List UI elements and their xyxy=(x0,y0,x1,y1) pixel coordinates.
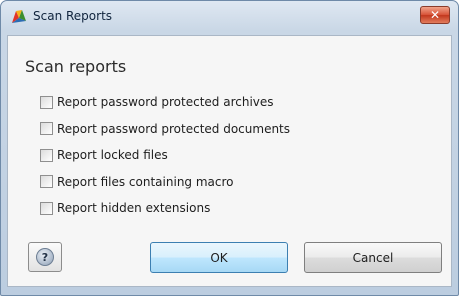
dialog-window: Scan Reports ✕ Scan reports Report passw… xyxy=(0,0,459,296)
report-options-list: Report password protected archives Repor… xyxy=(40,93,290,226)
option-report-password-archives[interactable]: Report password protected archives xyxy=(40,93,290,111)
close-icon: ✕ xyxy=(429,8,441,22)
title-bar[interactable]: Scan Reports ✕ xyxy=(1,1,458,31)
option-label: Report locked files xyxy=(57,148,168,162)
dialog-content: Scan reports Report password protected a… xyxy=(7,35,452,287)
option-report-password-documents[interactable]: Report password protected documents xyxy=(40,120,290,138)
option-report-hidden-extensions[interactable]: Report hidden extensions xyxy=(40,199,290,217)
help-button[interactable]: ? xyxy=(28,242,62,272)
checkbox-macro-files[interactable] xyxy=(40,175,53,188)
ok-button[interactable]: OK xyxy=(150,242,288,273)
avg-logo-icon xyxy=(12,10,26,23)
checkbox-locked-files[interactable] xyxy=(40,148,53,162)
option-label: Report password protected archives xyxy=(57,95,274,109)
help-icon: ? xyxy=(36,248,54,266)
checkbox-password-documents[interactable] xyxy=(40,122,53,135)
option-report-macro-files[interactable]: Report files containing macro xyxy=(40,173,290,191)
option-report-locked-files[interactable]: Report locked files xyxy=(40,146,290,164)
option-label: Report hidden extensions xyxy=(57,201,211,215)
option-label: Report password protected documents xyxy=(57,121,291,136)
close-button[interactable]: ✕ xyxy=(420,6,450,24)
option-label: Report files containing macro xyxy=(57,174,234,189)
window-title: Scan Reports xyxy=(33,9,113,23)
checkbox-password-archives[interactable] xyxy=(40,95,53,109)
section-heading: Scan reports xyxy=(25,57,127,76)
checkbox-hidden-extensions[interactable] xyxy=(40,201,53,215)
cancel-button[interactable]: Cancel xyxy=(304,242,442,273)
